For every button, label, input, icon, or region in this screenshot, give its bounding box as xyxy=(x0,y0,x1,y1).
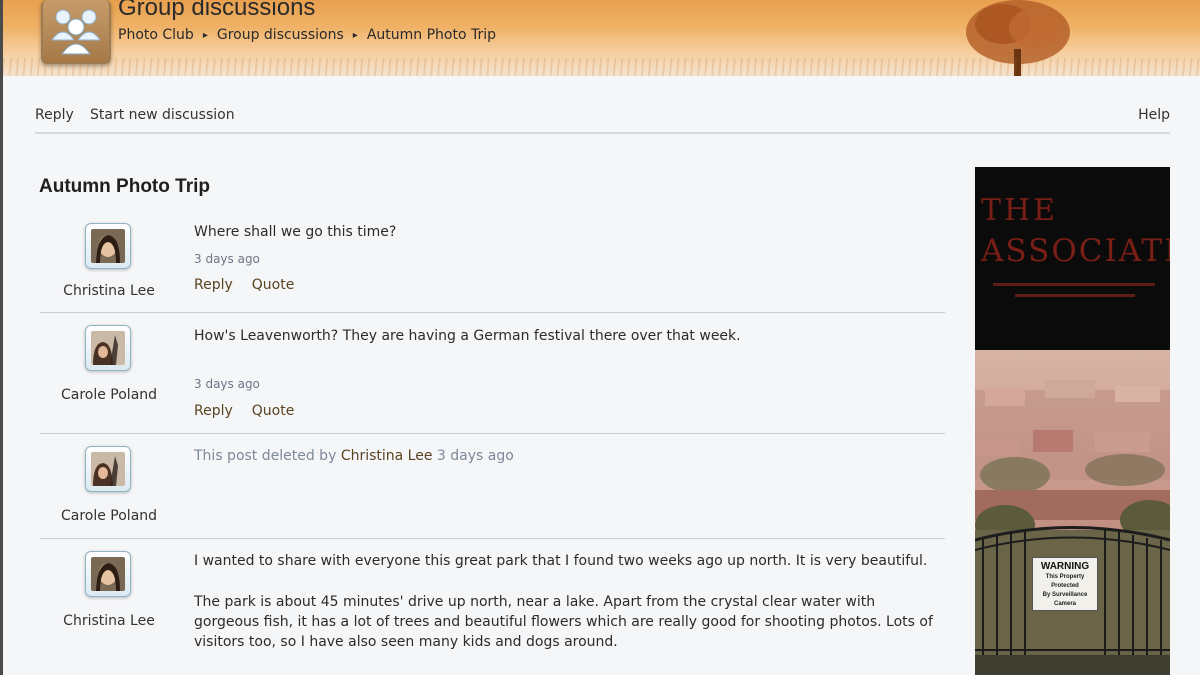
post-timestamp: 3 days ago xyxy=(194,377,260,391)
post-actions: Reply Quote xyxy=(194,277,313,293)
post: Christina Lee Where shall we go this tim… xyxy=(40,220,945,313)
ad-photo xyxy=(975,350,1170,675)
post-body: Where shall we go this time? xyxy=(194,224,397,240)
avatar[interactable] xyxy=(85,325,131,371)
author-name[interactable]: Christina Lee xyxy=(40,283,178,299)
breadcrumb-separator-icon: ▸ xyxy=(352,29,358,41)
post-reply-button[interactable]: Reply xyxy=(194,277,233,293)
deleted-post-notice: This post deleted by Christina Lee 3 day… xyxy=(194,448,514,464)
post-quote-button[interactable]: Quote xyxy=(252,277,295,293)
avatar[interactable] xyxy=(85,446,131,492)
thread-title: Autumn Photo Trip xyxy=(39,176,210,197)
ad-title-line1: THE xyxy=(981,193,1059,228)
window-left-border xyxy=(0,0,3,675)
breadcrumb-item-group-discussions[interactable]: Group discussions xyxy=(217,27,344,43)
deleted-by-user[interactable]: Christina Lee xyxy=(341,448,433,464)
avatar[interactable] xyxy=(85,223,131,269)
post-actions: Reply Quote xyxy=(194,403,313,419)
post-reply-button[interactable]: Reply xyxy=(194,403,233,419)
advertisement-panel[interactable]: THE ASSOCIATION WARNING This Property xyxy=(975,167,1170,675)
post-body: I wanted to share with everyone this gre… xyxy=(194,553,928,569)
warning-sign: WARNING This Property Protected By Surve… xyxy=(1032,557,1098,611)
post-body-paragraph: The park is about 45 minutes' drive up n… xyxy=(194,594,933,650)
breadcrumb-item-photo-club[interactable]: Photo Club xyxy=(118,27,194,43)
start-new-discussion-button[interactable]: Start new discussion xyxy=(90,107,235,123)
breadcrumb-separator-icon: ▸ xyxy=(202,29,208,41)
post-timestamp: 3 days ago xyxy=(436,448,514,464)
post: Carole Poland How's Leavenworth? They ar… xyxy=(40,313,945,434)
page-title: Group discussions xyxy=(118,0,316,21)
toolbar: Reply Start new discussion Help xyxy=(35,106,1170,134)
help-link[interactable]: Help xyxy=(1138,107,1170,123)
page-header: Group discussions Photo Club ▸ Group discu… xyxy=(3,0,1200,76)
group-discussions-icon xyxy=(41,0,111,64)
post: Christina Lee I wanted to share with eve… xyxy=(40,539,945,675)
author-name[interactable]: Christina Lee xyxy=(40,613,178,629)
deleted-notice-text: This post deleted by xyxy=(194,448,337,464)
ad-tagline xyxy=(985,281,1163,307)
autumn-tree-icon xyxy=(966,0,1070,76)
post-timestamp: 3 days ago xyxy=(194,252,260,266)
author-name[interactable]: Carole Poland xyxy=(40,508,178,524)
breadcrumb-item-current: Autumn Photo Trip xyxy=(366,27,496,43)
post-quote-button[interactable]: Quote xyxy=(252,403,295,419)
ad-title-line2: ASSOCIATION xyxy=(981,233,1170,269)
avatar[interactable] xyxy=(85,551,131,597)
reply-button[interactable]: Reply xyxy=(35,107,74,123)
post-deleted: Carole Poland This post deleted by Chris… xyxy=(40,434,945,539)
author-name[interactable]: Carole Poland xyxy=(40,387,178,403)
post-body: How's Leavenworth? They are having a Ger… xyxy=(194,328,741,344)
breadcrumb: Photo Club ▸ Group discussions ▸ Autumn Phot… xyxy=(118,27,496,43)
ad-banner: THE ASSOCIATION xyxy=(975,167,1170,350)
